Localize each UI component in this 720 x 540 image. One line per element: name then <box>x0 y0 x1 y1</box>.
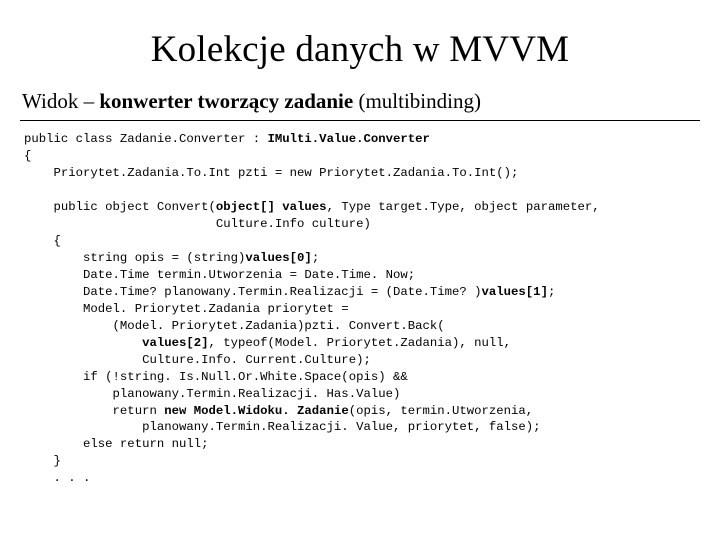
code-line: if (!string. Is.Null.Or.White.Space(opis… <box>24 370 408 384</box>
subtitle-prefix: Widok – <box>22 89 99 113</box>
code-line: (opis, termin.Utworzenia, <box>349 404 533 418</box>
code-line: public class Zadanie.Converter : <box>24 132 268 146</box>
code-bold: values[2] <box>142 336 208 350</box>
code-line: Culture.Info. Current.Culture); <box>24 353 371 367</box>
code-line: string opis = (string) <box>24 251 245 265</box>
subtitle-bold: konwerter tworzący zadanie <box>99 89 353 113</box>
code-line: planowany.Termin.Realizacji. Value, prio… <box>24 420 541 434</box>
code-line: public object Convert( <box>24 200 216 214</box>
slide-title: Kolekcje danych w MVVM <box>20 28 700 71</box>
divider-line <box>20 120 700 121</box>
code-line: . . . <box>24 471 90 485</box>
code-block: public class Zadanie.Converter : IMulti.… <box>24 131 700 487</box>
code-line: (Model. Priorytet.Zadania)pzti. Convert.… <box>24 319 445 333</box>
subtitle-suffix: (multibinding) <box>353 89 481 113</box>
code-line: { <box>24 234 61 248</box>
code-line: Date.Time? planowany.Termin.Realizacji =… <box>24 285 482 299</box>
slide-container: Kolekcje danych w MVVM Widok – konwerter… <box>0 0 720 497</box>
code-bold: IMulti.Value.Converter <box>268 132 430 146</box>
code-line: return <box>24 404 164 418</box>
code-line: , Type target.Type, object parameter, <box>327 200 600 214</box>
code-bold: new Model.Widoku. Zadanie <box>164 404 348 418</box>
code-line <box>24 336 142 350</box>
code-line: Model. Priorytet.Zadania priorytet = <box>24 302 349 316</box>
code-line: { <box>24 149 31 163</box>
code-line: ; <box>548 285 555 299</box>
code-bold: values[1] <box>482 285 548 299</box>
code-line: } <box>24 454 61 468</box>
slide-subtitle: Widok – konwerter tworzący zadanie (mult… <box>22 89 700 114</box>
code-line: Date.Time termin.Utworzenia = Date.Time.… <box>24 268 415 282</box>
code-line: else return null; <box>24 437 208 451</box>
code-bold: values[0] <box>245 251 311 265</box>
code-bold: object[] values <box>216 200 327 214</box>
code-line: , typeof(Model. Priorytet.Zadania), null… <box>209 336 512 350</box>
code-line: ; <box>312 251 319 265</box>
code-line: planowany.Termin.Realizacji. Has.Value) <box>24 387 400 401</box>
code-line: Priorytet.Zadania.To.Int pzti = new Prio… <box>24 166 518 180</box>
code-line: Culture.Info culture) <box>24 217 371 231</box>
